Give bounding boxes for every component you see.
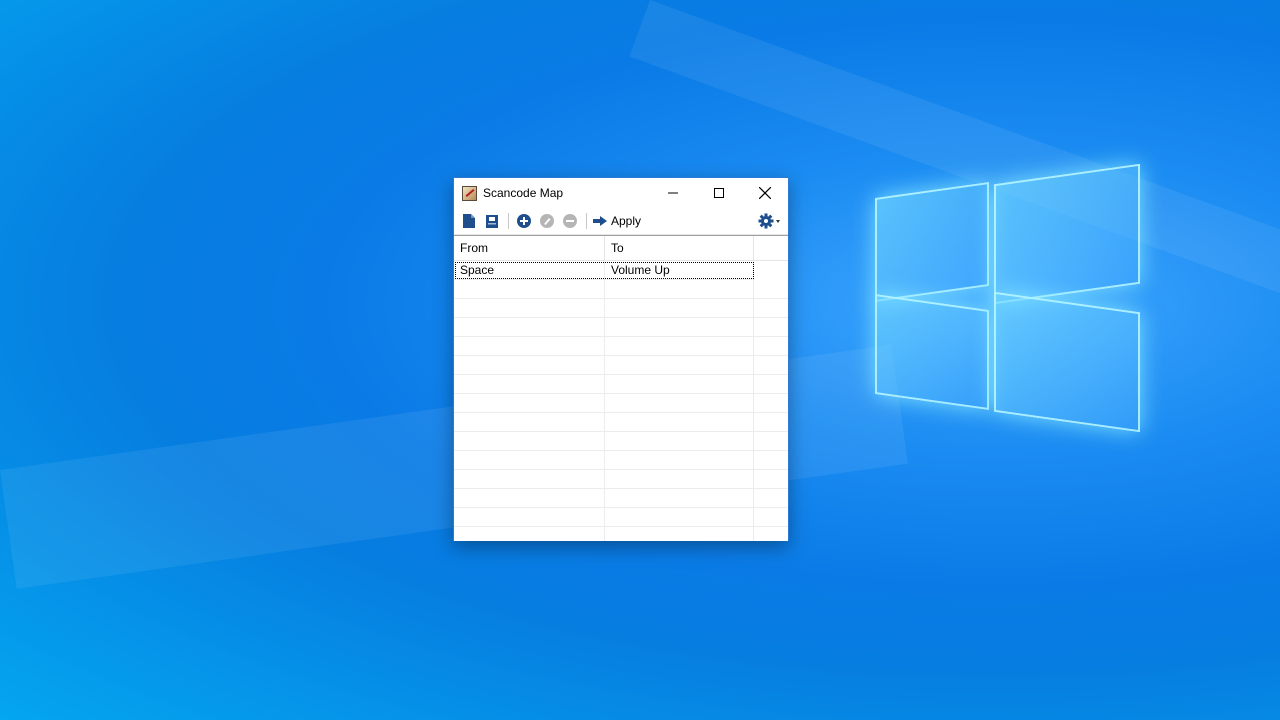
close-icon bbox=[759, 187, 771, 199]
empty-list-row bbox=[454, 432, 788, 451]
column-header-from[interactable]: From bbox=[454, 236, 605, 260]
apply-button[interactable]: Apply bbox=[591, 210, 643, 232]
empty-list-row bbox=[454, 337, 788, 356]
add-button[interactable] bbox=[513, 210, 535, 232]
cell-from: Space bbox=[454, 261, 605, 279]
new-document-icon bbox=[463, 214, 475, 228]
windows-logo bbox=[875, 152, 1141, 442]
settings-button[interactable] bbox=[758, 210, 782, 232]
apply-label: Apply bbox=[611, 214, 642, 228]
window-title: Scancode Map bbox=[483, 186, 564, 200]
empty-list-row bbox=[454, 413, 788, 432]
toolbar-separator bbox=[508, 213, 509, 229]
close-button[interactable] bbox=[742, 178, 788, 208]
column-header-to[interactable]: To bbox=[605, 236, 754, 260]
empty-list-row bbox=[454, 451, 788, 470]
table-row[interactable]: Space Volume Up bbox=[454, 261, 755, 280]
new-button[interactable] bbox=[458, 210, 480, 232]
app-icon bbox=[462, 185, 477, 201]
empty-rows bbox=[454, 280, 788, 541]
minimize-button[interactable] bbox=[650, 178, 696, 208]
empty-list-row bbox=[454, 527, 788, 541]
empty-list-row bbox=[454, 508, 788, 527]
arrow-right-icon bbox=[593, 216, 607, 226]
open-file-icon bbox=[486, 215, 498, 228]
remove-circle-icon bbox=[563, 214, 577, 228]
maximize-icon bbox=[714, 188, 724, 198]
edit-button[interactable] bbox=[536, 210, 558, 232]
empty-list-row bbox=[454, 470, 788, 489]
empty-list-row bbox=[454, 356, 788, 375]
list-header: From To bbox=[454, 236, 788, 261]
column-header-filler bbox=[754, 236, 788, 260]
gear-icon bbox=[758, 213, 780, 229]
toolbar-separator bbox=[586, 213, 587, 229]
empty-list-row bbox=[454, 489, 788, 508]
empty-list-row bbox=[454, 299, 788, 318]
toolbar: Apply bbox=[454, 208, 788, 235]
remove-button[interactable] bbox=[559, 210, 581, 232]
add-circle-icon bbox=[517, 214, 531, 228]
title-bar[interactable]: Scancode Map bbox=[454, 178, 788, 208]
edit-circle-icon bbox=[540, 214, 554, 228]
empty-list-row bbox=[454, 394, 788, 413]
minimize-icon bbox=[668, 192, 678, 194]
scancode-map-window: Scancode Map Apply From To Space Volume … bbox=[453, 177, 789, 541]
empty-list-row bbox=[454, 280, 788, 299]
open-button[interactable] bbox=[481, 210, 503, 232]
empty-list-row bbox=[454, 318, 788, 337]
mapping-list[interactable]: From To Space Volume Up bbox=[454, 235, 788, 541]
empty-list-row bbox=[454, 375, 788, 394]
cell-to: Volume Up bbox=[605, 261, 754, 279]
maximize-button[interactable] bbox=[696, 178, 742, 208]
